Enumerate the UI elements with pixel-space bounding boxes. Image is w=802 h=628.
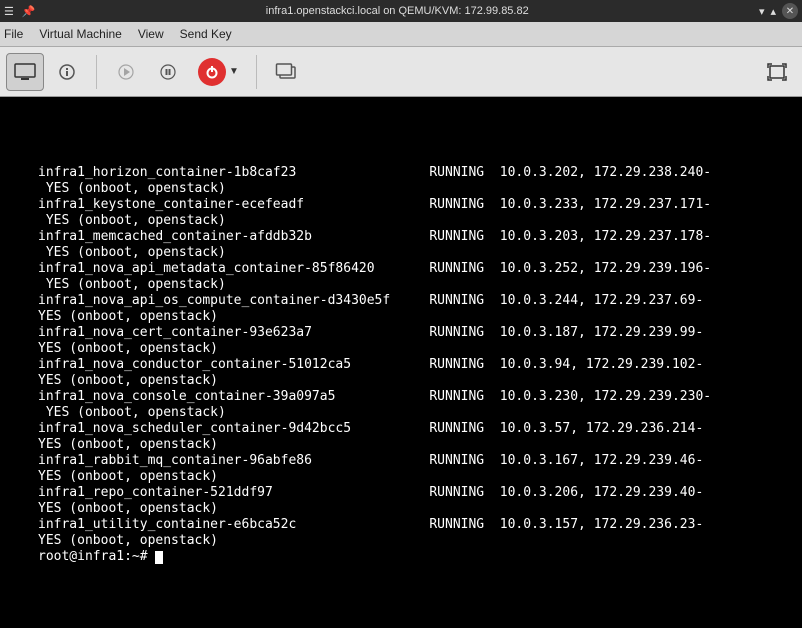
app-menu-icon[interactable]: ☰ [4, 5, 14, 18]
pin-icon[interactable]: 📌 [22, 5, 36, 18]
maximize-button[interactable]: ▴ [770, 5, 776, 18]
fullscreen-icon [767, 63, 787, 81]
fullscreen-button[interactable] [758, 53, 796, 91]
info-icon [57, 63, 77, 81]
snapshots-button[interactable] [267, 53, 305, 91]
toolbar-separator [256, 55, 257, 89]
menu-bar: File Virtual Machine View Send Key [0, 22, 802, 47]
snapshot-icon [275, 63, 297, 81]
toolbar: ▼ [0, 47, 802, 97]
pause-icon [160, 64, 176, 80]
window-titlebar: ☰ 📌 infra1.openstackci.local on QEMU/KVM… [0, 0, 802, 22]
details-button[interactable] [48, 53, 86, 91]
console-button[interactable] [6, 53, 44, 91]
window-title: infra1.openstackci.local on QEMU/KVM: 17… [36, 5, 759, 17]
terminal-output: infra1_horizon_container-1b8caf23 RUNNIN… [38, 165, 742, 548]
monitor-icon [14, 63, 36, 81]
shutdown-button[interactable]: ▼ [191, 53, 246, 91]
run-button[interactable] [107, 53, 145, 91]
menu-send-key[interactable]: Send Key [180, 27, 232, 41]
guest-console[interactable]: infra1_horizon_container-1b8caf23 RUNNIN… [0, 97, 802, 628]
terminal-prompt: root@infra1:~# [38, 549, 155, 564]
play-icon [118, 64, 134, 80]
menu-view[interactable]: View [138, 27, 164, 41]
pause-button[interactable] [149, 53, 187, 91]
cursor [155, 551, 163, 564]
menu-virtual-machine[interactable]: Virtual Machine [39, 27, 122, 41]
minimize-button[interactable]: ▾ [759, 5, 765, 18]
menu-file[interactable]: File [4, 27, 23, 41]
close-button[interactable]: ✕ [782, 3, 798, 19]
toolbar-separator [96, 55, 97, 89]
power-icon [198, 58, 226, 86]
chevron-down-icon: ▼ [229, 66, 239, 77]
